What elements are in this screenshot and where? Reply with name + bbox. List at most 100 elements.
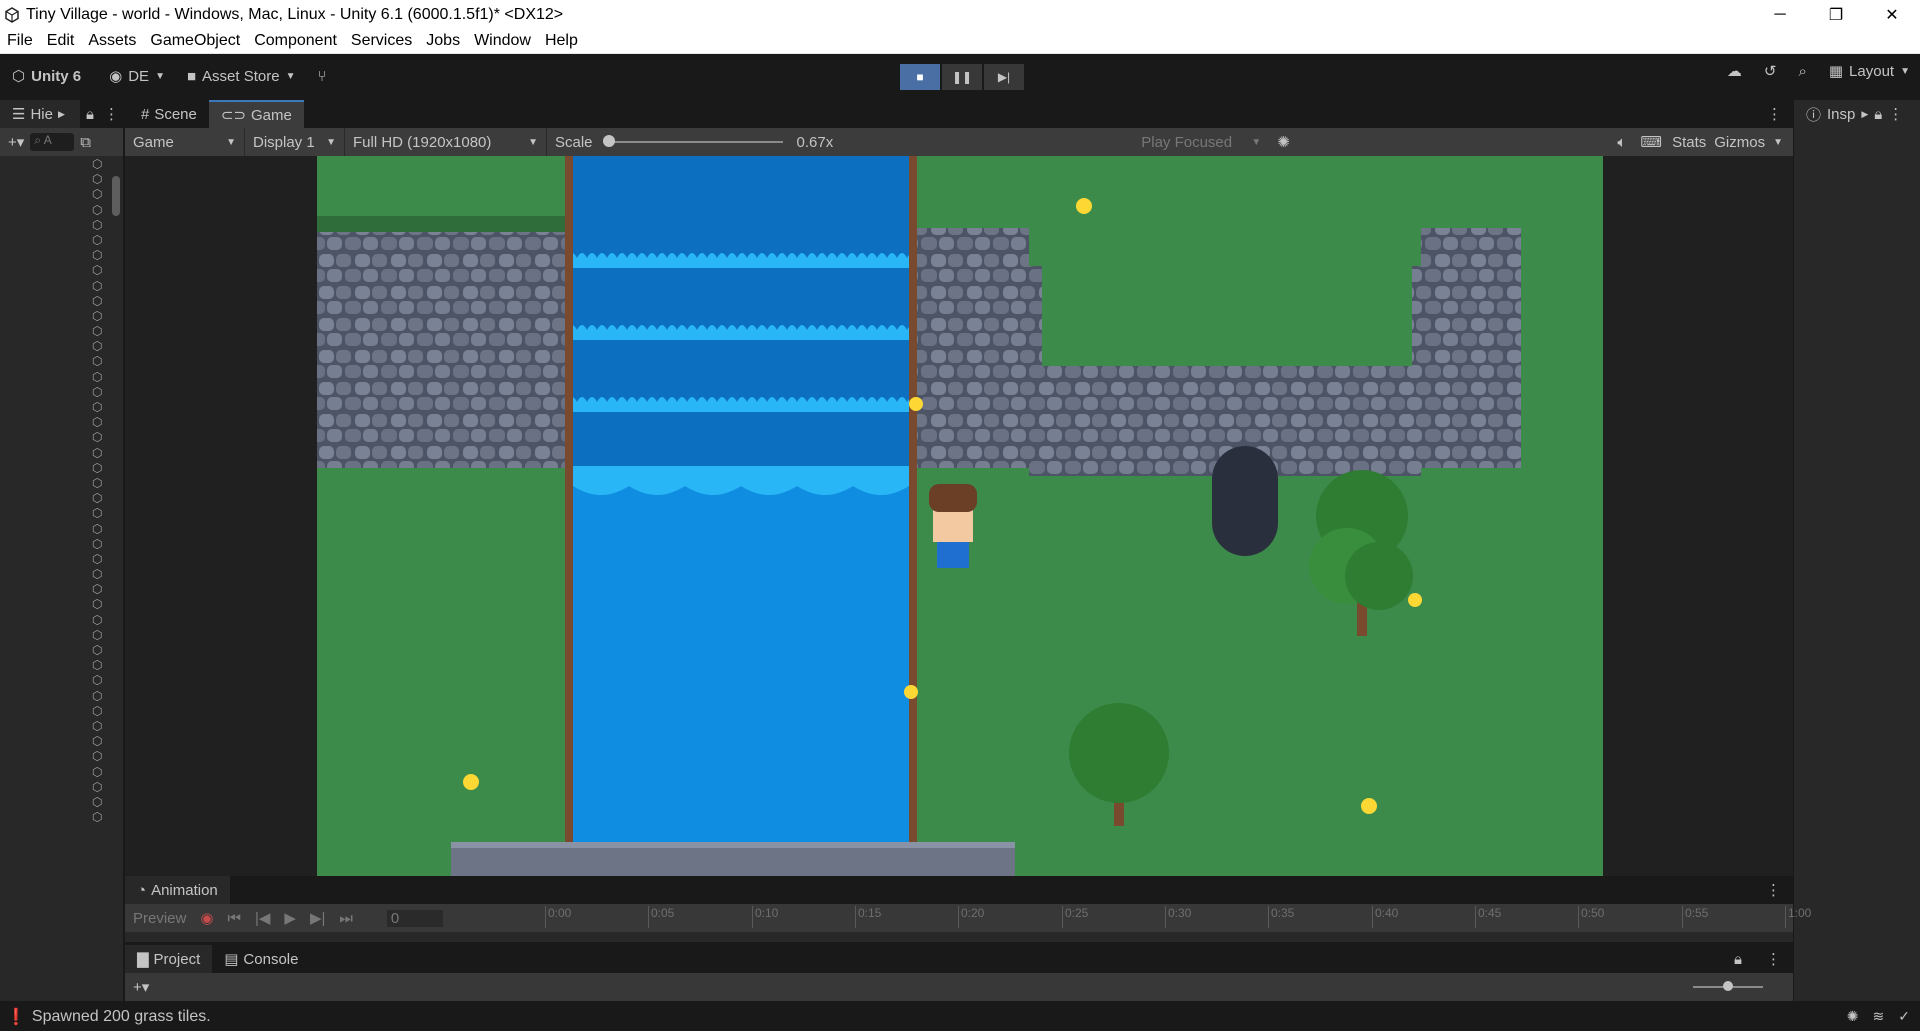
lock-button[interactable]: 🔒︎ [80,100,100,128]
gameobject-icon[interactable]: ⬡ [92,325,106,337]
chevron-down-icon[interactable]: ▼ [1773,137,1783,148]
layers-icon[interactable]: ≋ [1873,1008,1885,1025]
gameobject-icon[interactable]: ⬡ [92,507,106,519]
unity-account-button[interactable]: ⬡ Unity 6 [12,67,81,86]
prev-frame-icon[interactable]: |◀ [255,909,270,927]
animation-timeline[interactable]: 0:00 0:05 0:10 0:15 0:20 0:25 0:30 0:35 0:40 0:45… [545,904,1811,932]
step-button[interactable]: ▶| [984,64,1024,90]
gameobject-icon[interactable]: ⬡ [92,735,106,747]
menu-gameobject[interactable]: GameObject [143,32,247,50]
gameobject-icon[interactable]: ⬡ [92,674,106,686]
layout-dropdown[interactable]: ▦ Layout ▼ [1829,62,1910,81]
gameobject-icon[interactable]: ⬡ [92,538,106,550]
hierarchy-search-input[interactable]: ⌕ A [30,133,75,151]
menu-assets[interactable]: Assets [81,32,143,50]
gameobject-icon[interactable]: ⬡ [92,659,106,671]
gameobject-icon[interactable]: ⬡ [92,355,106,367]
asset-store-dropdown[interactable]: ■ Asset Store ▼ [187,68,296,85]
close-button[interactable]: ✕ [1864,0,1920,29]
pause-button[interactable]: ❚❚ [942,64,982,90]
frame-field[interactable]: 0 [386,909,443,927]
lock-icon[interactable]: 🔒︎ [1874,106,1882,123]
gameobject-icon[interactable]: ⬡ [92,340,106,352]
scale-slider[interactable] [602,135,783,147]
tab-project[interactable]: ▇ Project [125,945,213,973]
gameobject-icon[interactable]: ⬡ [92,188,106,200]
menu-jobs[interactable]: Jobs [419,32,467,50]
gameobject-icon[interactable]: ⬡ [92,811,106,823]
hierarchy-scrollbar[interactable] [110,156,122,996]
add-icon[interactable]: +▾ [8,133,24,151]
gameobject-icon[interactable]: ⬡ [92,264,106,276]
record-icon[interactable]: ◉ [200,909,213,927]
first-frame-icon[interactable]: ⏮ [227,910,241,927]
hierarchy-menu-button[interactable]: ⋮ [100,100,123,128]
tab-console[interactable]: ▤ Console [212,945,310,973]
display-dropdown[interactable]: Display 1 ▼ [245,128,345,156]
audio-icon[interactable]: 🔈︎ [1617,134,1626,151]
gameobject-icon[interactable]: ⬡ [92,447,106,459]
gameobject-icon[interactable]: ⬡ [92,796,106,808]
gameobject-icon[interactable]: ⬡ [92,431,106,443]
gameobject-icon[interactable]: ⬡ [92,720,106,732]
gameobject-icon[interactable]: ⬡ [92,644,106,656]
gameobject-icon[interactable]: ⬡ [92,629,106,641]
menu-edit[interactable]: Edit [40,32,82,50]
restore-button[interactable]: ❐ [1808,0,1864,29]
gameobject-icon[interactable]: ⬡ [92,280,106,292]
scroll-thumb[interactable] [112,176,120,216]
filter-icon[interactable]: ⧉ [80,134,91,151]
gameobject-icon[interactable]: ⬡ [92,295,106,307]
icon-size-slider[interactable] [1693,981,1763,991]
gameobject-icon[interactable]: ⬡ [92,386,106,398]
play-button[interactable]: ■ [900,64,940,90]
bug-off-icon[interactable]: ✺ [1847,1008,1859,1025]
gameobject-icon[interactable]: ⬡ [92,371,106,383]
menu-window[interactable]: Window [467,32,538,50]
gameobject-icon[interactable]: ⬡ [92,553,106,565]
gameobject-icon[interactable]: ⬡ [92,781,106,793]
play-icon[interactable]: ▶ [284,909,296,927]
project-lock-button[interactable]: 🔒︎ [1722,945,1754,973]
gameobject-icon[interactable]: ⬡ [92,310,106,322]
keyboard-icon[interactable]: ⌨ [1640,133,1662,151]
gameobject-icon[interactable]: ⬡ [92,416,106,428]
gameobject-icon[interactable]: ⬡ [92,234,106,246]
project-menu-button[interactable]: ⋮ [1754,945,1793,973]
stats-button[interactable]: Stats [1672,134,1706,151]
minimize-button[interactable]: ─ [1752,0,1808,29]
gameobject-icon[interactable]: ⬡ [92,568,106,580]
version-control-button[interactable]: ⑂ [317,68,326,85]
gameobject-icon[interactable]: ⬡ [92,462,106,474]
game-canvas[interactable] [317,156,1603,876]
animation-menu-button[interactable]: ⋮ [1754,876,1793,904]
gameobject-icon[interactable]: ⬡ [92,614,106,626]
resolution-dropdown[interactable]: Full HD (1920x1080) ▼ [345,128,547,156]
add-icon[interactable]: +▾ [133,978,149,996]
menu-file[interactable]: File [0,32,40,50]
menu-component[interactable]: Component [247,32,344,50]
tab-scene[interactable]: # Scene [129,100,209,128]
gameobject-icon[interactable]: ⬡ [92,219,106,231]
icon-size-slider-knob[interactable] [1723,981,1733,991]
bug-icon[interactable]: ✺ [1277,133,1290,151]
account-dropdown[interactable]: ◉ DE ▼ [109,67,165,86]
tab-game[interactable]: ⊂⊃ Game [208,100,304,128]
play-mode-dropdown[interactable]: Play Focused ▼ [1133,128,1269,156]
last-frame-icon[interactable]: ⏭ [339,910,353,927]
gameobject-icon[interactable]: ⬡ [92,477,106,489]
gameobject-icon[interactable]: ⬡ [92,401,106,413]
view-mode-dropdown[interactable]: Game ▼ [125,128,245,156]
gameobject-icon[interactable]: ⬡ [92,492,106,504]
gameobject-icon[interactable]: ⬡ [92,173,106,185]
check-circle-icon[interactable]: ✓ [1898,1008,1910,1025]
menu-services[interactable]: Services [344,32,419,50]
gameobject-icon[interactable]: ⬡ [92,249,106,261]
menu-help[interactable]: Help [538,32,585,50]
gameobject-icon[interactable]: ⬡ [92,750,106,762]
kebab-menu-icon[interactable]: ⋮ [1888,105,1903,123]
gameobject-icon[interactable]: ⬡ [92,204,106,216]
gameobject-icon[interactable]: ⬡ [92,766,106,778]
scale-slider-knob[interactable] [602,135,615,147]
tab-hierarchy[interactable]: ☰ Hie ▶ [0,100,80,128]
